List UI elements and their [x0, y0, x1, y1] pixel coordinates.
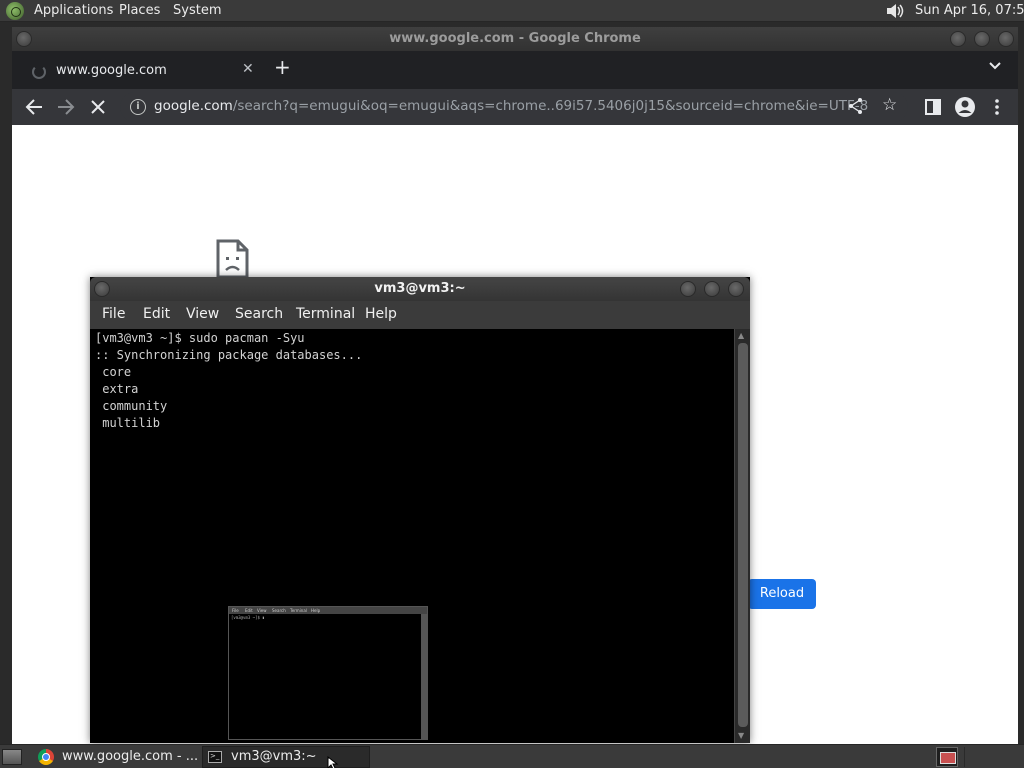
chrome-icon [38, 749, 54, 765]
new-tab-icon[interactable]: + [274, 55, 291, 79]
terminal-scrollbar[interactable]: ▲ ▼ [734, 329, 750, 743]
loading-spinner-icon [32, 65, 46, 79]
terminal-menu-edit[interactable]: Edit [143, 306, 170, 322]
terminal-icon: >_ [208, 751, 222, 763]
preview-menu-file: File [232, 608, 239, 613]
preview-menu-view: View [257, 608, 267, 613]
top-panel: Applications Places System Sun Apr 16, 0… [0, 0, 1024, 22]
taskbar-item-chrome[interactable]: www.google.com - ... [32, 746, 199, 768]
minimize-button[interactable] [950, 31, 966, 47]
terminal-preview-thumbnail[interactable]: File Edit View Search Terminal Help [vm3… [228, 606, 428, 740]
side-panel-icon[interactable] [921, 95, 945, 119]
browser-tab[interactable]: www.google.com ✕ [18, 55, 264, 89]
back-arrow-icon[interactable] [22, 95, 46, 119]
terminal-menu-help[interactable]: Help [365, 306, 397, 322]
terminal-minimize-button[interactable] [680, 281, 696, 297]
close-button[interactable] [998, 31, 1014, 47]
forward-arrow-icon[interactable] [54, 95, 78, 119]
places-menu[interactable]: Places [119, 0, 160, 22]
terminal-maximize-button[interactable] [704, 281, 720, 297]
terminal-line: extra [95, 382, 139, 396]
terminal-menu-search[interactable]: Search [235, 306, 283, 322]
address-bar[interactable]: i google.com/search?q=emugui&oq=emugui&a… [120, 92, 908, 122]
url-path: /search?q=emugui&oq=emugui&aqs=chrome..6… [232, 98, 869, 114]
preview-menu-search: Search [272, 608, 286, 613]
clock[interactable]: Sun Apr 16, 07:54 [915, 0, 1024, 22]
terminal-titlebar[interactable]: vm3@vm3:~ [90, 277, 750, 301]
sad-page-icon [216, 239, 249, 279]
system-menu[interactable]: System [173, 0, 221, 22]
terminal-menu-file[interactable]: File [102, 306, 125, 322]
url-host: google.com [154, 98, 233, 114]
tab-strip: www.google.com ✕ + [12, 51, 1018, 89]
url-text[interactable]: google.com/search?q=emugui&oq=emugui&aqs… [154, 98, 868, 114]
taskbar-item-terminal[interactable]: >_ vm3@vm3:~ [202, 746, 370, 768]
terminal-line: multilib [95, 416, 161, 430]
terminal-menubar: File Edit View Search Terminal Help [90, 301, 750, 329]
reload-button[interactable]: Reload [748, 579, 816, 609]
tab-search-chevron-down-icon[interactable] [988, 59, 1002, 73]
terminal-close-button[interactable] [728, 281, 744, 297]
preview-menu-help: Help [311, 608, 321, 613]
terminal-line: [vm3@vm3 ~]$ sudo pacman -Syu [95, 331, 305, 345]
terminal-line: core [95, 365, 132, 379]
stop-loading-icon[interactable] [86, 95, 110, 119]
desktop: Applications Places System Sun Apr 16, 0… [0, 0, 1024, 768]
preview-menu-edit: Edit [245, 608, 253, 613]
preview-menubar: File Edit View Search Terminal Help [229, 607, 427, 614]
panel-tray [964, 747, 1020, 767]
os-logo-icon[interactable] [6, 2, 24, 20]
taskbar-item-label: www.google.com - ... [62, 749, 199, 764]
scroll-down-arrow-icon[interactable]: ▼ [738, 731, 744, 740]
preview-menu-terminal: Terminal [290, 608, 307, 613]
terminal-line: community [95, 399, 168, 413]
profile-avatar-icon[interactable] [953, 95, 977, 119]
terminal-menu-terminal[interactable]: Terminal [296, 306, 355, 322]
maximize-button[interactable] [974, 31, 990, 47]
tab-close-icon[interactable]: ✕ [242, 61, 254, 77]
taskbar-item-label: vm3@vm3:~ [231, 749, 317, 764]
window-menu-button[interactable] [16, 31, 32, 47]
bottom-panel: www.google.com - ... >_ vm3@vm3:~ [0, 744, 1024, 768]
site-info-icon[interactable]: i [130, 99, 146, 115]
preview-terminal-line: [vm3@vm3 ~]$ ▮ [231, 615, 265, 620]
terminal-menu-view[interactable]: View [186, 306, 219, 322]
browser-toolbar: i google.com/search?q=emugui&oq=emugui&a… [12, 89, 1018, 125]
workspace-switcher[interactable] [936, 747, 958, 767]
applications-menu[interactable]: Applications [34, 0, 113, 22]
show-desktop-icon[interactable] [2, 749, 22, 765]
tab-title: www.google.com [56, 63, 167, 78]
terminal-window-menu-button[interactable] [94, 281, 110, 297]
terminal-line: :: Synchronizing package databases... [95, 348, 363, 362]
mouse-cursor-icon [327, 756, 339, 768]
chrome-titlebar[interactable]: www.google.com - Google Chrome [12, 27, 1018, 51]
bookmark-star-icon[interactable]: ☆ [882, 95, 897, 115]
chrome-window-title: www.google.com - Google Chrome [389, 31, 641, 46]
share-icon[interactable] [848, 97, 864, 115]
scroll-thumb[interactable] [738, 343, 748, 727]
scroll-up-arrow-icon[interactable]: ▲ [738, 331, 744, 340]
preview-scrollbar [421, 614, 427, 739]
kebab-menu-icon[interactable] [985, 95, 1009, 119]
terminal-window-title: vm3@vm3:~ [374, 281, 466, 296]
volume-icon[interactable] [884, 2, 906, 20]
